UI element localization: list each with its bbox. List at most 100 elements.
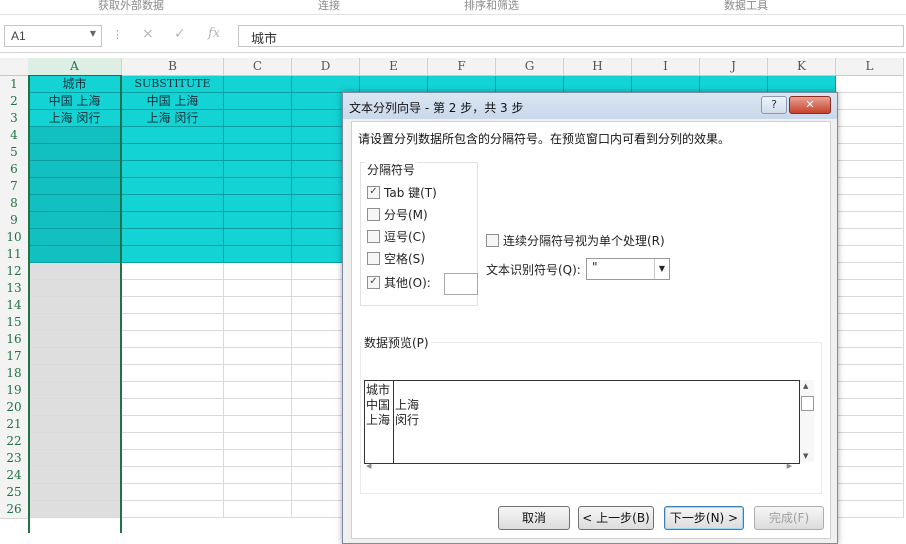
cell-a8[interactable] <box>28 195 122 212</box>
cell-c25[interactable] <box>224 484 292 501</box>
row-header-19[interactable]: 19 <box>0 382 29 400</box>
cell-l15[interactable] <box>836 314 904 331</box>
cell-l18[interactable] <box>836 365 904 382</box>
cell-l10[interactable] <box>836 229 904 246</box>
cell-a22[interactable] <box>28 433 122 450</box>
preview-horizontal-scrollbar[interactable]: ◀ ▶ <box>364 462 798 474</box>
row-header-9[interactable]: 9 <box>0 212 29 230</box>
cell-h1[interactable] <box>564 76 632 93</box>
cell-l22[interactable] <box>836 433 904 450</box>
checkbox-icon[interactable] <box>367 252 380 265</box>
row-header-5[interactable]: 5 <box>0 144 29 162</box>
row-header-15[interactable]: 15 <box>0 314 29 332</box>
row-header-22[interactable]: 22 <box>0 433 29 451</box>
row-header-13[interactable]: 13 <box>0 280 29 298</box>
column-header-g[interactable]: G <box>496 58 564 76</box>
column-header-j[interactable]: J <box>700 58 768 76</box>
cell-a23[interactable] <box>28 450 122 467</box>
cell-c1[interactable] <box>224 76 292 93</box>
column-header-f[interactable]: F <box>428 58 496 76</box>
cell-a25[interactable] <box>28 484 122 501</box>
cell-b7[interactable] <box>122 178 224 195</box>
cell-b9[interactable] <box>122 212 224 229</box>
cell-l25[interactable] <box>836 484 904 501</box>
cell-l9[interactable] <box>836 212 904 229</box>
cell-l20[interactable] <box>836 399 904 416</box>
cell-a4[interactable] <box>28 127 122 144</box>
cell-l2[interactable] <box>836 93 904 110</box>
text-qualifier-select[interactable]: " ▼ <box>586 258 670 280</box>
cell-a10[interactable] <box>28 229 122 246</box>
cell-k1[interactable] <box>768 76 836 93</box>
cell-l11[interactable] <box>836 246 904 263</box>
cell-l5[interactable] <box>836 144 904 161</box>
row-header-10[interactable]: 10 <box>0 229 29 247</box>
cell-a11[interactable] <box>28 246 122 263</box>
row-header-3[interactable]: 3 <box>0 110 29 128</box>
cell-b25[interactable] <box>122 484 224 501</box>
other-checkbox[interactable]: ✓ 其他(O): <box>367 275 431 291</box>
cell-c26[interactable] <box>224 501 292 518</box>
cell-f1[interactable] <box>428 76 496 93</box>
preview-vertical-scrollbar[interactable]: ▲ ▼ <box>800 380 814 462</box>
cell-l17[interactable] <box>836 348 904 365</box>
scroll-left-icon[interactable]: ◀ <box>366 462 371 470</box>
cell-l6[interactable] <box>836 161 904 178</box>
cell-c22[interactable] <box>224 433 292 450</box>
cell-l12[interactable] <box>836 263 904 280</box>
cell-b10[interactable] <box>122 229 224 246</box>
column-header-a[interactable]: A <box>28 58 122 77</box>
scroll-down-icon[interactable]: ▼ <box>803 452 808 460</box>
cell-a26[interactable] <box>28 501 122 518</box>
row-header-2[interactable]: 2 <box>0 93 29 111</box>
cell-c11[interactable] <box>224 246 292 263</box>
other-delimiter-input[interactable] <box>444 273 478 295</box>
cell-a9[interactable] <box>28 212 122 229</box>
cell-l4[interactable] <box>836 127 904 144</box>
cell-a12[interactable] <box>28 263 122 280</box>
cell-c16[interactable] <box>224 331 292 348</box>
cell-l14[interactable] <box>836 297 904 314</box>
cell-b11[interactable] <box>122 246 224 263</box>
scroll-thumb[interactable] <box>801 396 814 411</box>
cell-l1[interactable] <box>836 76 904 93</box>
help-button[interactable]: ? <box>761 96 787 114</box>
row-header-26[interactable]: 26 <box>0 501 29 519</box>
next-button[interactable]: 下一步(N) > <box>664 506 744 530</box>
cell-c20[interactable] <box>224 399 292 416</box>
cell-a17[interactable] <box>28 348 122 365</box>
cell-l8[interactable] <box>836 195 904 212</box>
row-header-20[interactable]: 20 <box>0 399 29 417</box>
cell-c15[interactable] <box>224 314 292 331</box>
select-all-corner[interactable] <box>0 58 29 76</box>
checkbox-checked-icon[interactable]: ✓ <box>367 276 380 289</box>
cell-j1[interactable] <box>700 76 768 93</box>
column-header-c[interactable]: C <box>224 58 292 76</box>
comma-checkbox[interactable]: 逗号(C) <box>367 229 426 245</box>
cell-a24[interactable] <box>28 467 122 484</box>
cell-b12[interactable] <box>122 263 224 280</box>
row-header-25[interactable]: 25 <box>0 484 29 502</box>
cell-b19[interactable] <box>122 382 224 399</box>
checkbox-icon[interactable] <box>486 234 499 247</box>
row-header-14[interactable]: 14 <box>0 297 29 315</box>
cell-e1[interactable] <box>360 76 428 93</box>
cell-a18[interactable] <box>28 365 122 382</box>
finish-button[interactable]: 完成(F) <box>754 506 824 530</box>
cell-b2[interactable]: 中国 上海 <box>122 93 224 110</box>
cell-l3[interactable] <box>836 110 904 127</box>
space-checkbox[interactable]: 空格(S) <box>367 251 425 267</box>
row-header-4[interactable]: 4 <box>0 127 29 145</box>
cell-c13[interactable] <box>224 280 292 297</box>
cell-a21[interactable] <box>28 416 122 433</box>
back-button[interactable]: < 上一步(B) <box>578 506 654 530</box>
checkbox-icon[interactable] <box>367 208 380 221</box>
cell-c5[interactable] <box>224 144 292 161</box>
scroll-up-icon[interactable]: ▲ <box>803 382 808 390</box>
cell-c3[interactable] <box>224 110 292 127</box>
cell-l19[interactable] <box>836 382 904 399</box>
cell-b22[interactable] <box>122 433 224 450</box>
column-header-l[interactable]: L <box>836 58 904 76</box>
cell-a20[interactable] <box>28 399 122 416</box>
row-header-24[interactable]: 24 <box>0 467 29 485</box>
